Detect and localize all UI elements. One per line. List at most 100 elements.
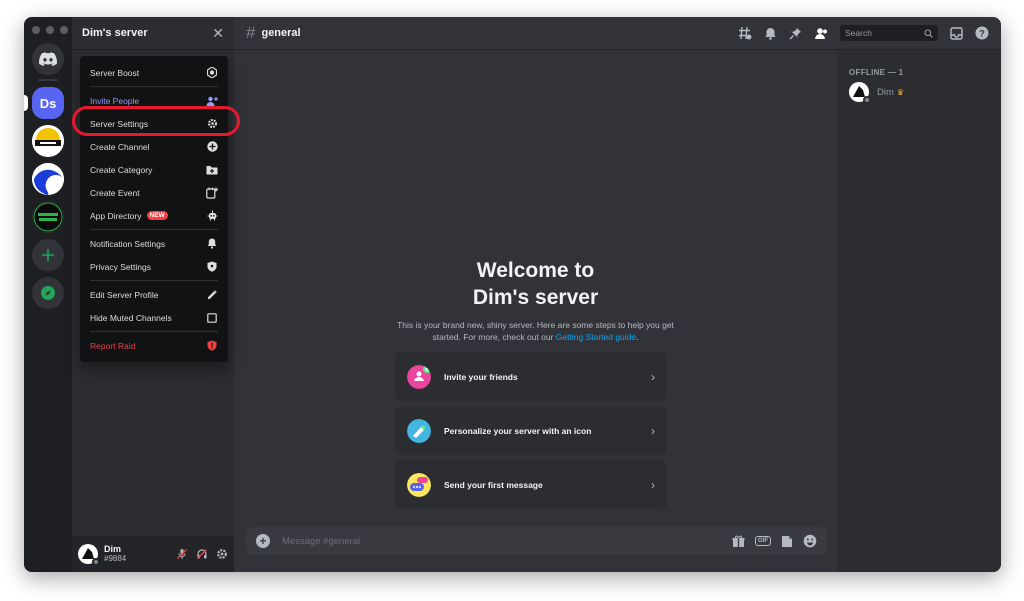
welcome-desc-period: . xyxy=(636,332,639,342)
member-name: Dim xyxy=(877,86,894,98)
member-status-dot xyxy=(863,96,871,104)
add-server-button[interactable] xyxy=(32,239,64,271)
welcome-title-line1: Welcome to xyxy=(476,259,595,282)
menu-item-create-event[interactable]: Create Event xyxy=(86,181,222,204)
server-icon-wave[interactable] xyxy=(32,163,64,195)
menu-divider xyxy=(90,229,218,230)
menu-item-edit-server-profile[interactable]: Edit Server Profile xyxy=(86,283,222,306)
emoji-icon[interactable] xyxy=(803,534,817,548)
server-rail: Ds xyxy=(24,17,72,572)
menu-item-report-raid[interactable]: Report Raid xyxy=(86,334,222,357)
plus-icon xyxy=(42,249,54,261)
server-icon-media[interactable] xyxy=(32,125,64,157)
welcome-description: This is your brand new, shiny server. He… xyxy=(396,319,676,343)
shield-icon xyxy=(206,261,218,273)
lf-logo-icon xyxy=(33,202,63,232)
menu-label: Invite People xyxy=(90,95,140,106)
pencil-icon xyxy=(206,289,218,301)
minimize-window-button[interactable] xyxy=(46,26,54,34)
deafen-headphones-icon[interactable] xyxy=(196,548,208,560)
member-item[interactable]: Dim ♛ xyxy=(849,82,905,104)
welcome-title-line2: Dim's server xyxy=(472,286,599,309)
message-icon xyxy=(407,472,431,497)
calendar-plus-icon xyxy=(206,187,218,199)
close-window-button[interactable] xyxy=(32,26,40,34)
help-icon[interactable]: ? xyxy=(975,26,989,40)
server-dropdown-menu: Server Boost Invite People Server Settin… xyxy=(80,56,228,362)
menu-label: Edit Server Profile xyxy=(90,289,159,300)
menu-label: Privacy Settings xyxy=(90,261,151,272)
search-placeholder: Search xyxy=(845,28,872,38)
gif-button[interactable]: GIF xyxy=(755,536,771,546)
media-logo-icon xyxy=(32,125,64,157)
member-list: OFFLINE — 1 Dim ♛ xyxy=(837,50,1001,572)
owner-crown-icon: ♛ xyxy=(896,87,905,97)
menu-divider xyxy=(90,86,218,87)
personalize-server-card[interactable]: Personalize your server with an icon › xyxy=(395,406,667,455)
menu-item-app-directory[interactable]: App Directory NEW xyxy=(86,204,222,227)
send-first-message-card[interactable]: Send your first message › xyxy=(395,460,667,509)
channel-hash-icon: # xyxy=(246,23,256,42)
server-icon-lf[interactable] xyxy=(32,201,64,233)
menu-label: Notification Settings xyxy=(90,238,166,249)
notification-bell-icon[interactable] xyxy=(764,27,777,40)
getting-started-link[interactable]: Getting Started guide xyxy=(556,332,636,342)
member-list-icon[interactable] xyxy=(814,27,828,40)
selected-server-indicator xyxy=(24,95,28,111)
card-label-invite: Invite your friends xyxy=(444,371,518,382)
threads-icon[interactable] xyxy=(738,26,752,40)
server-name: Dim's server xyxy=(82,27,148,39)
user-status-dot xyxy=(92,558,100,566)
card-label-personalize: Personalize your server with an icon xyxy=(444,425,592,436)
add-person-icon xyxy=(206,95,218,107)
menu-label-group: App Directory NEW xyxy=(90,211,168,221)
message-input[interactable]: Message #general xyxy=(282,536,732,547)
gift-icon[interactable] xyxy=(732,535,745,548)
personalize-icon xyxy=(407,418,431,443)
invite-friends-card[interactable]: Invite your friends › xyxy=(395,352,667,401)
svg-text:?: ? xyxy=(979,28,985,38)
server-header[interactable]: Dim's server ✕ xyxy=(72,17,234,50)
plus-circle-icon xyxy=(206,141,218,153)
rail-divider xyxy=(38,79,58,81)
message-composer[interactable]: + Message #general GIF xyxy=(246,527,827,555)
channel-topbar: # general Search ? xyxy=(234,17,1001,50)
menu-item-server-boost[interactable]: Server Boost xyxy=(86,61,222,84)
chevron-right-icon: › xyxy=(651,477,655,492)
topbar-actions: Search ? xyxy=(738,25,989,41)
menu-item-notification-settings[interactable]: Notification Settings xyxy=(86,232,222,255)
robot-icon xyxy=(206,210,218,222)
menu-item-create-channel[interactable]: Create Channel xyxy=(86,135,222,158)
menu-divider xyxy=(90,331,218,332)
channel-name: general xyxy=(261,27,301,39)
user-panel: Dim #9884 xyxy=(72,536,234,572)
chevron-right-icon: › xyxy=(651,369,655,384)
welcome-section: Welcome to Dim's server This is your bra… xyxy=(234,257,837,343)
member-avatar xyxy=(849,82,871,104)
close-menu-icon[interactable]: ✕ xyxy=(212,25,224,42)
menu-item-create-category[interactable]: Create Category xyxy=(86,158,222,181)
user-settings-gear-icon[interactable] xyxy=(216,548,228,560)
home-button[interactable] xyxy=(32,43,64,75)
menu-label: Create Event xyxy=(90,187,140,198)
welcome-title: Welcome to Dim's server xyxy=(234,257,837,311)
checkbox-icon[interactable] xyxy=(206,312,218,324)
menu-item-hide-muted-channels[interactable]: Hide Muted Channels xyxy=(86,306,222,329)
composer-actions: GIF xyxy=(732,534,817,548)
menu-item-privacy-settings[interactable]: Privacy Settings xyxy=(86,255,222,278)
user-avatar[interactable] xyxy=(78,544,100,566)
server-icon-ds[interactable]: Ds xyxy=(32,87,64,119)
invite-friends-icon xyxy=(407,364,431,389)
menu-label: Create Category xyxy=(90,164,153,175)
menu-label: Create Channel xyxy=(90,141,150,152)
explore-servers-button[interactable] xyxy=(32,277,64,309)
inbox-icon[interactable] xyxy=(950,26,963,40)
mute-mic-icon[interactable] xyxy=(176,548,188,560)
new-badge: NEW xyxy=(146,211,168,220)
pin-icon[interactable] xyxy=(789,27,802,40)
search-input[interactable]: Search xyxy=(840,25,938,41)
zoom-window-button[interactable] xyxy=(60,26,68,34)
sticker-icon[interactable] xyxy=(781,535,793,548)
user-name: Dim xyxy=(104,544,122,554)
attach-plus-button[interactable]: + xyxy=(256,534,270,548)
